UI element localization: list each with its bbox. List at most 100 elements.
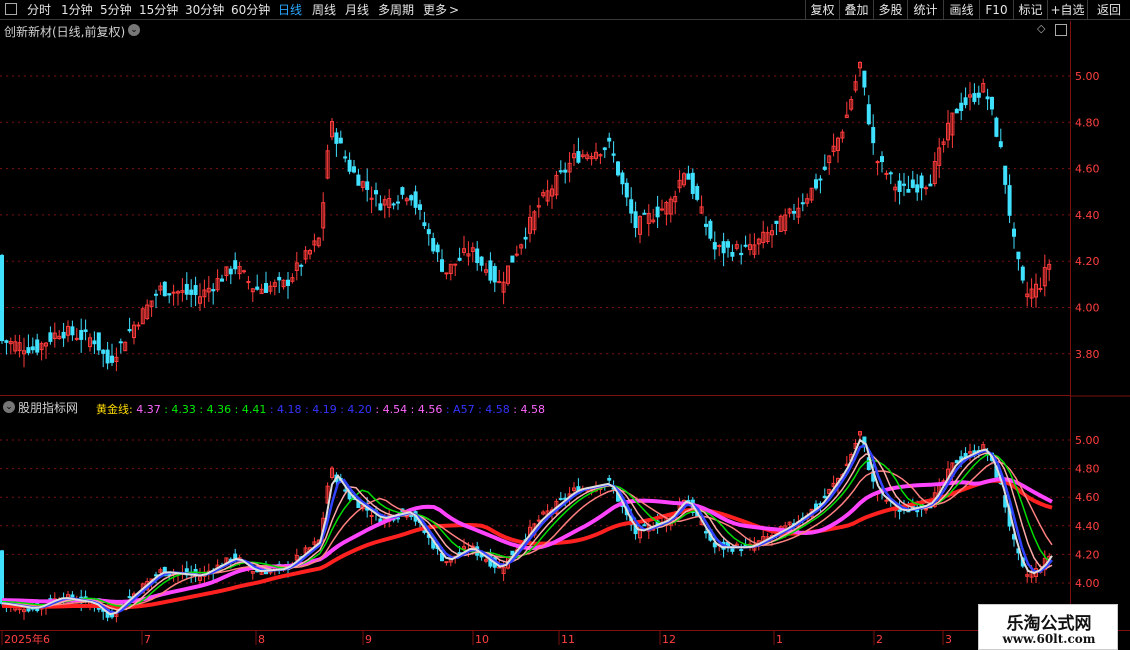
- candle-body: [435, 244, 440, 253]
- candle-body: [906, 188, 911, 193]
- candle-body: [924, 508, 928, 511]
- time-tick-label: 1: [776, 633, 783, 646]
- candle-body: [928, 183, 933, 187]
- candle-body: [739, 549, 744, 552]
- candle-body: [897, 180, 902, 193]
- legend-value: : 4.33: [160, 403, 196, 416]
- maximize-icon[interactable]: [1055, 24, 1067, 36]
- indicator-title: 股朋指标网: [18, 401, 79, 415]
- site-watermark: 乐淘公式网 www.60lt.com: [978, 604, 1118, 650]
- candle-body: [1038, 287, 1043, 290]
- f10-button[interactable]: F10: [979, 0, 1013, 20]
- diamond-icon[interactable]: ◇: [1037, 22, 1045, 35]
- price-tick-label: 5.00: [1075, 70, 1100, 83]
- watermark-title: 乐淘公式网: [1006, 614, 1092, 634]
- panel-toggle-icon[interactable]: [5, 3, 17, 15]
- candle-body: [343, 156, 348, 159]
- stock-title: 创新新材(日线,前复权): [4, 25, 126, 39]
- mark-button[interactable]: 标记: [1013, 0, 1047, 20]
- candle-body: [171, 291, 176, 294]
- candle-body: [4, 340, 9, 343]
- candle-body: [286, 279, 290, 286]
- period-tab-15min[interactable]: 15分钟: [139, 2, 178, 18]
- overlay-button[interactable]: 叠加: [839, 0, 873, 20]
- period-tab-60min[interactable]: 60分钟: [231, 2, 270, 18]
- legend-value: : 4.19: [301, 403, 337, 416]
- candle-body: [391, 203, 396, 206]
- candle-body: [1007, 185, 1012, 216]
- candle-body: [1012, 228, 1016, 237]
- indicator-chart[interactable]: [0, 397, 1070, 630]
- candle-body: [440, 259, 444, 272]
- draw-line-button[interactable]: 画线: [943, 0, 979, 20]
- candle-body: [690, 172, 695, 194]
- back-button[interactable]: 返回: [1087, 0, 1130, 20]
- candle-body: [800, 202, 805, 205]
- candle-body: [255, 286, 260, 290]
- candle-body: [730, 252, 735, 257]
- candle-body: [352, 166, 356, 173]
- price-tick-label: 4.20: [1075, 255, 1100, 268]
- ma-line-blue: [1, 443, 1053, 615]
- period-tab-daily[interactable]: 日线: [278, 2, 302, 18]
- period-tab-multi[interactable]: 多周期: [378, 2, 414, 18]
- more-arrow-icon[interactable]: >: [449, 2, 459, 18]
- indicator-tick-label: 4.40: [1075, 520, 1100, 533]
- candle-body: [413, 191, 418, 208]
- candle-body: [704, 223, 708, 227]
- candlestick-chart[interactable]: [0, 21, 1070, 396]
- candle-body: [884, 499, 889, 502]
- statistics-button[interactable]: 统计: [907, 0, 943, 20]
- period-tab-5min[interactable]: 5分钟: [100, 2, 132, 18]
- candle-body: [343, 489, 348, 492]
- candle-body: [374, 190, 378, 195]
- candle-body: [633, 211, 638, 229]
- indicator-chevron-icon[interactable]: ⌄: [3, 401, 15, 413]
- candle-body: [228, 268, 233, 275]
- watermark-url: www.60lt.com: [1002, 632, 1096, 646]
- candle-body: [105, 349, 110, 364]
- period-tab-intraday[interactable]: 分时: [27, 2, 51, 18]
- price-tick-label: 4.00: [1075, 302, 1100, 315]
- candle-body: [378, 203, 383, 211]
- add-watchlist-button[interactable]: +自选: [1047, 0, 1087, 20]
- candle-body: [774, 220, 779, 224]
- candle-body: [629, 199, 634, 214]
- period-tab-weekly[interactable]: 周线: [312, 2, 336, 18]
- legend-value: : 4.36: [195, 403, 232, 416]
- price-tick-label: 4.60: [1075, 163, 1100, 176]
- candle-body: [79, 330, 84, 340]
- candlestick-panel[interactable]: [0, 21, 1070, 396]
- candle-body: [492, 266, 497, 283]
- candle-body: [655, 206, 660, 218]
- time-tick-label: 10: [475, 633, 489, 646]
- period-tab-1min[interactable]: 1分钟: [61, 2, 93, 18]
- legend-value: : 4.41: [231, 403, 267, 416]
- indicator-panel[interactable]: [0, 397, 1070, 630]
- legend-value: : 4.54: [371, 403, 408, 416]
- candle-body: [611, 153, 616, 156]
- candle-body: [959, 102, 964, 112]
- candle-body: [536, 519, 541, 522]
- legend-label: 黄金线: [96, 403, 129, 416]
- candle-body: [915, 184, 920, 193]
- adjust-button[interactable]: 复权: [805, 0, 839, 20]
- candle-body: [607, 477, 612, 481]
- candle-body: [1020, 266, 1025, 281]
- candle-body: [409, 195, 414, 201]
- candle-body: [862, 70, 867, 88]
- candle-body: [497, 281, 502, 284]
- candle-body: [475, 248, 480, 264]
- period-tab-30min[interactable]: 30分钟: [185, 2, 224, 18]
- candle-body: [510, 255, 515, 263]
- legend-value: : 4.58: [474, 403, 510, 416]
- candle-body: [721, 241, 726, 254]
- period-tab-more[interactable]: 更多: [423, 2, 447, 18]
- candle-body: [242, 270, 246, 273]
- candle-body: [118, 341, 123, 344]
- chevron-down-icon[interactable]: ⌄: [128, 24, 140, 36]
- candle-body: [426, 229, 431, 235]
- period-tab-monthly[interactable]: 月线: [345, 2, 369, 18]
- time-tick-label: 9: [365, 633, 372, 646]
- multi-stock-button[interactable]: 多股: [873, 0, 907, 20]
